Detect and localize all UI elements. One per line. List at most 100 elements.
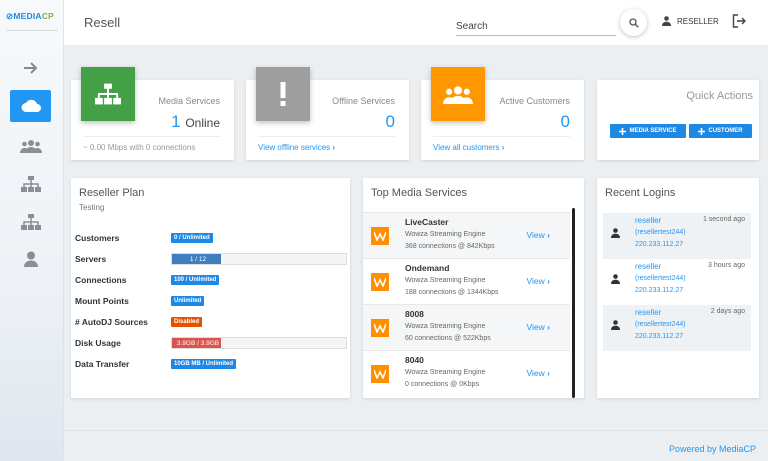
- media-services-list: LiveCaster Wowza Streaming Engine 368 co…: [363, 212, 570, 396]
- logout-icon: [732, 14, 746, 28]
- sidebar-item-cloud[interactable]: [10, 90, 51, 122]
- service-engine: Wowza Streaming Engine: [405, 277, 486, 284]
- service-connections: 188 connections @ 1344Kbps: [405, 289, 499, 296]
- list-item: reseller (resellertest244) 220.233.112.2…: [603, 259, 751, 305]
- search-icon: [628, 17, 639, 28]
- logo-accent-text: CP: [41, 11, 54, 21]
- list-item: reseller (resellertest244) 220.233.112.2…: [603, 213, 751, 259]
- list-item: LiveCaster Wowza Streaming Engine 368 co…: [363, 212, 570, 258]
- search-button[interactable]: [620, 9, 647, 36]
- active-customers-icon-tile: [431, 67, 485, 121]
- button-label: MEDIA SERVICE: [629, 128, 677, 134]
- service-connections: 368 connections @ 842Kbps: [405, 243, 495, 250]
- login-username[interactable]: reseller: [635, 308, 661, 317]
- search-input[interactable]: [456, 19, 616, 36]
- wowza-icon: [371, 227, 389, 245]
- view-service-link[interactable]: View ›: [527, 368, 551, 378]
- user-name: RESELLER: [677, 16, 719, 26]
- plan-badge: Unlimited: [171, 296, 205, 306]
- chevron-right-icon: ›: [547, 368, 550, 378]
- list-item: 8008 Wowza Streaming Engine 60 connectio…: [363, 304, 570, 350]
- login-ip[interactable]: 220.233.112.27: [635, 241, 683, 248]
- mediacp-logo[interactable]: ⊘MEDIACP: [6, 11, 54, 22]
- list-scrollbar[interactable]: [572, 208, 575, 398]
- view-service-link[interactable]: View ›: [527, 276, 551, 286]
- login-account[interactable]: (resellertest244): [635, 321, 686, 328]
- users-icon: [19, 140, 42, 153]
- divider: [83, 136, 220, 137]
- quick-actions-title: Quick Actions: [686, 90, 753, 102]
- view-service-link[interactable]: View ›: [527, 230, 551, 240]
- login-account[interactable]: (resellertest244): [635, 229, 686, 236]
- link-label: View: [526, 230, 545, 240]
- wowza-icon: [371, 319, 389, 337]
- sidebar-item-account[interactable]: [10, 243, 51, 275]
- user-icon: [611, 228, 620, 238]
- cloud-icon: [21, 99, 41, 112]
- add-customer-button[interactable]: CUSTOMER: [689, 124, 752, 138]
- login-account[interactable]: (resellertest244): [635, 275, 686, 282]
- plan-label: Connections: [75, 275, 127, 285]
- service-engine: Wowza Streaming Engine: [405, 369, 486, 376]
- chevron-right-icon: ›: [547, 230, 550, 240]
- top-media-services-card: Top Media Services LiveCaster Wowza Stre…: [363, 178, 584, 398]
- service-connections: 60 connections @ 522Kbps: [405, 335, 491, 342]
- plan-badge: 10GB MB / Unlimited: [171, 359, 237, 369]
- stat-label: Active Customers: [499, 96, 570, 106]
- login-ip[interactable]: 220.233.112.27: [635, 287, 683, 294]
- plan-name: Testing: [79, 203, 105, 212]
- disk-usage-bar: 3.9GB / 3.9GB: [171, 337, 347, 349]
- user-icon: [662, 16, 671, 26]
- stat-label: Media Services: [158, 96, 220, 106]
- view-all-customers-link[interactable]: View all customers ›: [433, 143, 504, 152]
- view-service-link[interactable]: View ›: [527, 322, 551, 332]
- user-icon: [611, 274, 620, 284]
- plan-badge: Disabled: [171, 317, 203, 327]
- sidebar-collapse-button[interactable]: [10, 52, 51, 84]
- service-engine: Wowza Streaming Engine: [405, 231, 486, 238]
- logout-button[interactable]: [732, 14, 746, 33]
- offline-services-card: Offline Services 0 View offline services…: [246, 67, 409, 160]
- search-field: [456, 16, 616, 36]
- link-label: View: [526, 368, 545, 378]
- usage-text: 3.9GB / 3.9GB: [176, 340, 220, 347]
- logo-text: MEDIA: [13, 11, 42, 21]
- wowza-icon: [371, 365, 389, 383]
- servers-usage-bar: 1 / 12: [171, 253, 347, 265]
- plan-row-customers: Customers 0 / Unlimited: [75, 231, 347, 245]
- stat-value: 1 Online: [171, 112, 220, 132]
- add-media-service-button[interactable]: MEDIA SERVICE: [610, 124, 686, 138]
- powered-by-link[interactable]: Powered by MediaCP: [669, 444, 756, 454]
- top-header: Resell RESELLER: [64, 0, 768, 45]
- reseller-plan-card: Reseller Plan Testing Customers 0 / Unli…: [71, 178, 350, 398]
- divider: [433, 136, 570, 137]
- plan-label: Mount Points: [75, 296, 129, 306]
- login-ip[interactable]: 220.233.112.27: [635, 333, 683, 340]
- user-menu[interactable]: RESELLER: [662, 16, 719, 26]
- login-time: 1 second ago: [702, 216, 745, 223]
- link-label: View offline services: [258, 143, 331, 152]
- stat-suffix: Online: [185, 116, 220, 130]
- login-time: 2 days ago: [710, 308, 745, 315]
- divider: [258, 136, 395, 137]
- login-username[interactable]: reseller: [635, 262, 661, 271]
- media-services-card: Media Services 1 Online ~ 0.00 Mbps with…: [71, 67, 234, 160]
- sidebar-item-customers[interactable]: [10, 130, 51, 162]
- sidebar-item-network[interactable]: [10, 206, 51, 238]
- quick-actions-card: Quick Actions MEDIA SERVICE CUSTOMER: [597, 80, 759, 160]
- user-icon: [611, 320, 620, 330]
- recent-logins-title: Recent Logins: [605, 187, 676, 199]
- sitemap-icon: [95, 83, 121, 105]
- link-label: View all customers: [433, 143, 500, 152]
- offline-services-icon-tile: [256, 67, 310, 121]
- chevron-right-icon: ›: [501, 143, 505, 152]
- plan-label: Servers: [75, 254, 107, 264]
- user-icon: [23, 251, 38, 267]
- page-footer: Powered by MediaCP: [64, 430, 768, 461]
- sidebar-item-hierarchy[interactable]: [10, 168, 51, 200]
- plan-label: Data Transfer: [75, 359, 130, 369]
- view-offline-services-link[interactable]: View offline services ›: [258, 143, 335, 152]
- plan-row-servers: Servers 1 / 12: [75, 252, 347, 266]
- login-username[interactable]: reseller: [635, 216, 661, 225]
- chevron-right-icon: ›: [547, 276, 550, 286]
